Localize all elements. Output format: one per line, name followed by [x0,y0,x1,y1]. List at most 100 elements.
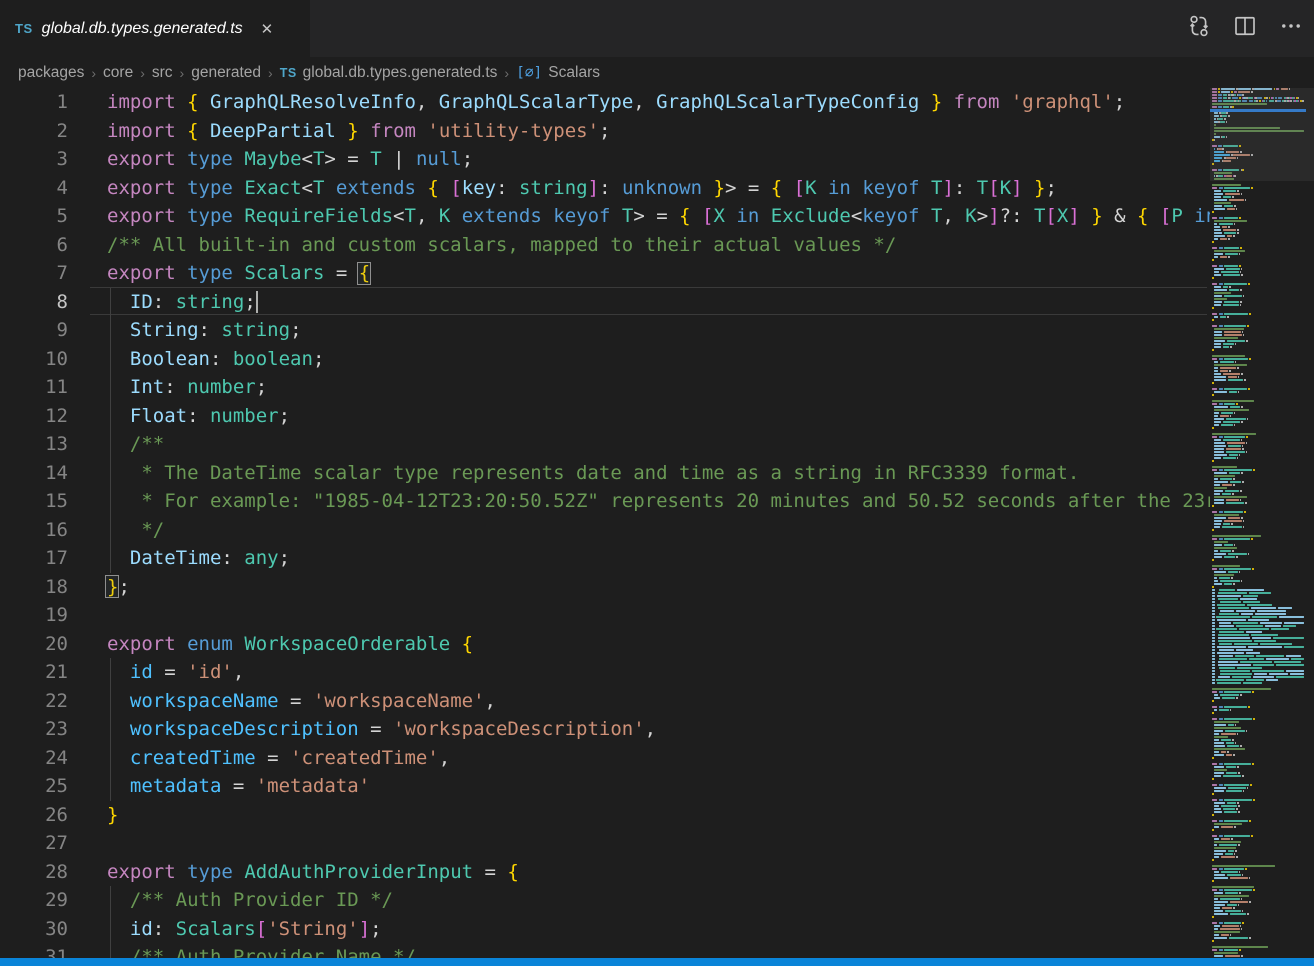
code-line[interactable]: export enum WorkspaceOrderable { [0,630,473,659]
token: Int [130,376,164,398]
code-line[interactable]: createdTime = 'createdTime', [0,744,450,773]
token [610,205,621,227]
tab-global-db-types[interactable]: TS global.db.types.generated.ts ✕ [0,0,311,57]
token: ?: [1000,205,1034,227]
minimap-line [1210,934,1314,936]
minimap-line [1210,217,1314,219]
minimap-slider[interactable] [1210,88,1314,181]
minimap-line [1210,247,1314,249]
token [107,775,130,797]
token: * The DateTime scalar type represents da… [107,462,1079,484]
token: GraphQLResolveInfo [210,91,416,113]
token: : [153,918,176,940]
code-editor[interactable]: 1import { GraphQLResolveInfo, GraphQLSca… [0,88,1314,966]
code-line[interactable]: String: string; [0,316,302,345]
token: boolean [233,348,313,370]
code-line[interactable]: import { GraphQLResolveInfo, GraphQLScal… [0,88,1125,117]
minimap-line [1210,538,1314,540]
minimap-line [1210,391,1314,393]
code-line[interactable]: /** [0,430,164,459]
text-cursor [256,291,258,313]
minimap-line [1210,232,1314,234]
token [817,177,828,199]
minimap-line [1210,595,1314,597]
token: Exclude [771,205,851,227]
more-actions-button[interactable] [1278,16,1304,42]
token: = [473,861,507,883]
code-line[interactable]: workspaceDescription = 'workspaceDescrip… [0,715,656,744]
open-changes-button[interactable] [1186,16,1212,42]
minimap-line [1210,853,1314,855]
split-editor-button[interactable] [1232,16,1258,42]
token: in [828,177,851,199]
token: : [221,547,244,569]
minimap[interactable] [1210,88,1314,966]
minimap-line [1210,892,1314,894]
code-line[interactable]: Int: number; [0,373,267,402]
minimap-line [1210,856,1314,858]
token: 'createdTime' [290,747,439,769]
minimap-line [1210,829,1314,831]
close-tab-icon[interactable]: ✕ [257,18,278,40]
code-line[interactable]: export type Maybe<T> = T | null; [0,145,473,174]
token: = [256,747,290,769]
code-line[interactable] [0,829,107,858]
token: < [302,177,313,199]
token: type [187,861,233,883]
code-line[interactable]: export type Exact<T extends { [key: stri… [0,174,1057,203]
minimap-line [1210,682,1314,684]
code-line[interactable]: metadata = 'metadata' [0,772,370,801]
breadcrumb-item-packages[interactable]: packages [18,64,84,82]
code-line[interactable]: Boolean: boolean; [0,345,324,374]
minimap-line [1210,256,1314,258]
minimap-line [1210,766,1314,768]
token: ; [279,547,290,569]
code-line[interactable]: * The DateTime scalar type represents da… [0,459,1079,488]
code-line[interactable]: DateTime: any; [0,544,290,573]
minimap-line [1210,268,1314,270]
token: = [324,262,358,284]
code-line[interactable]: export type RequireFields<T, K extends k… [0,202,1210,231]
minimap-line [1210,343,1314,345]
minimap-line [1210,787,1314,789]
minimap-line [1210,907,1314,909]
breadcrumb-item-file[interactable]: global.db.types.generated.ts [303,64,498,82]
minimap-line [1210,223,1314,225]
minimap-line [1210,724,1314,726]
code-line[interactable]: */ [0,516,164,545]
breadcrumb-item-generated[interactable]: generated [191,64,261,82]
code-line[interactable]: * For example: "1985-04-12T23:20:50.52Z"… [0,487,1210,516]
code-line[interactable]: } [0,801,118,830]
token [176,262,187,284]
minimap-line [1210,304,1314,306]
code-line[interactable]: /** All built-in and custom scalars, map… [0,231,896,260]
minimap-line [1210,511,1314,513]
minimap-line [1210,220,1314,222]
status-bar[interactable] [0,958,1314,966]
token: export [107,205,176,227]
code-line[interactable]: Float: number; [0,402,290,431]
code-line[interactable]: export type Scalars = { [0,259,370,288]
minimap-line [1210,394,1314,396]
breadcrumb-item-core[interactable]: core [103,64,133,82]
code-line[interactable]: /** Auth Provider ID */ [0,886,393,915]
code-line[interactable]: ID: string; [0,288,256,317]
token: GraphQLScalarTypeConfig [656,91,919,113]
code-line[interactable]: id = 'id', [0,658,244,687]
minimap-line [1210,505,1314,507]
code-line[interactable]: import { DeepPartial } from 'utility-typ… [0,117,610,146]
minimap-line [1210,904,1314,906]
token [920,177,931,199]
breadcrumb-item-src[interactable]: src [152,64,173,82]
code-line[interactable]: workspaceName = 'workspaceName', [0,687,496,716]
minimap-line [1210,850,1314,852]
token: [ [1160,205,1171,227]
token: T [931,177,942,199]
code-line[interactable]: export type AddAuthProviderInput = { [0,858,519,887]
code-area[interactable]: 1import { GraphQLResolveInfo, GraphQLSca… [0,88,1210,966]
breadcrumb-item-symbol[interactable]: Scalars [548,64,600,82]
minimap-line [1210,517,1314,519]
token: [ [988,177,999,199]
code-line[interactable] [0,601,107,630]
code-line[interactable]: id: Scalars['String']; [0,915,382,944]
